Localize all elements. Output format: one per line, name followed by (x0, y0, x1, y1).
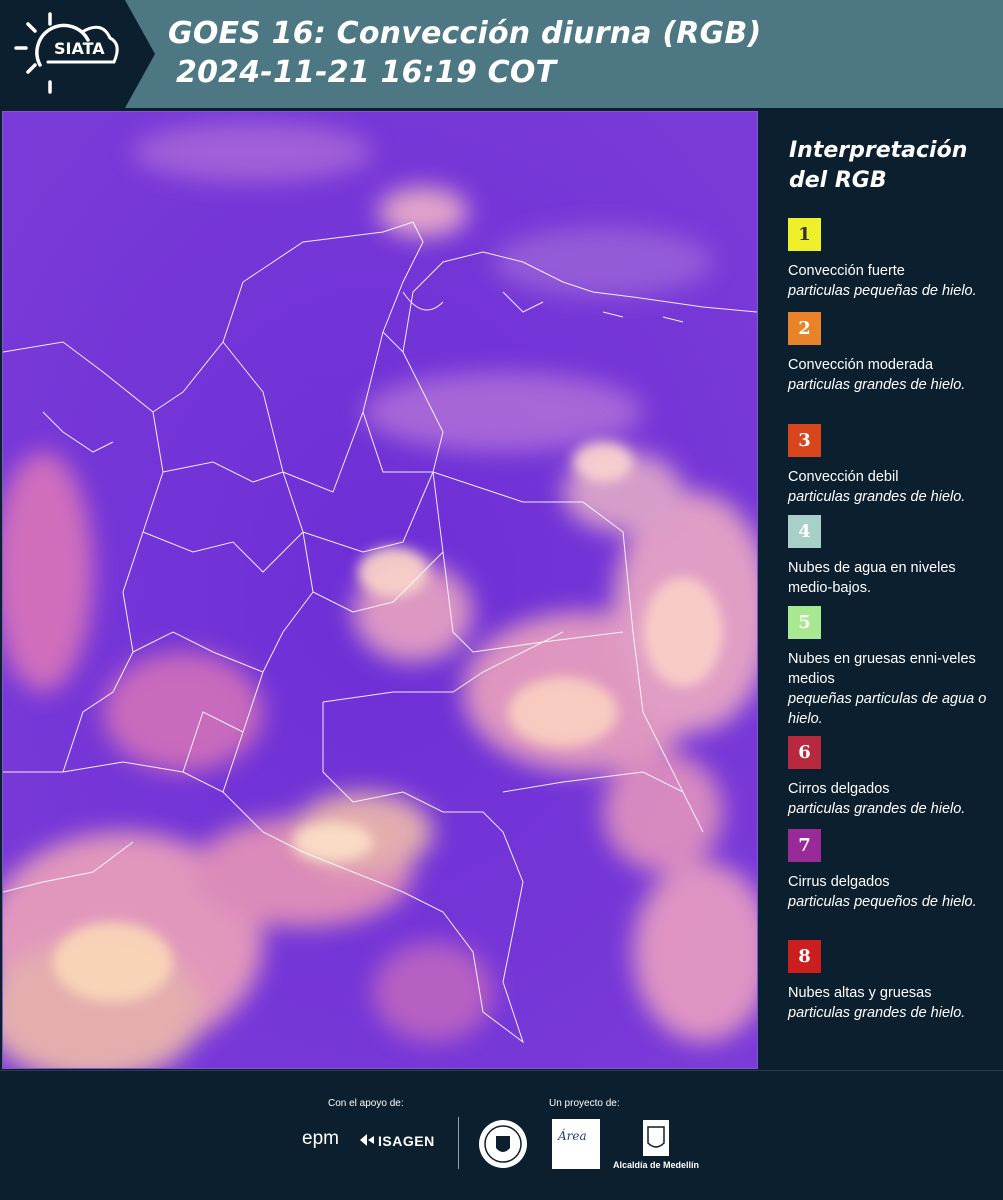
siata-logo-icon: SIATA (14, 12, 119, 94)
legend-item-4: 4 Nubes de agua en niveles medio-bajos. (788, 515, 993, 598)
legend-item-2: 2 Convección moderada particulas grandes… (788, 312, 993, 395)
legend-item-6: 6 Cirros delgados particulas grandes de … (788, 736, 993, 819)
header-bar: SIATA GOES 16: Convección diurna (RGB) 2… (0, 0, 1003, 108)
legend-item-name: Nubes de agua en niveles medio-bajos. (788, 560, 956, 596)
legend-title: Interpretación del RGB (789, 136, 967, 196)
area-metropolitana-logo: Área (552, 1119, 600, 1169)
footer-divider (458, 1117, 459, 1169)
medellin-seal-icon (479, 1120, 527, 1168)
legend-item-name: Convección debil (788, 469, 899, 485)
legend-item-name: Cirrus delgados (788, 874, 890, 890)
legend-item-desc: particulas pequeños de hielo. (788, 894, 977, 910)
legend-item-name: Convección fuerte (788, 263, 905, 279)
isagen-logo-icon (360, 1134, 374, 1146)
legend-item-name: Nubes en gruesas enni-veles medios (788, 651, 976, 687)
legend-item-name: Nubes altas y gruesas (788, 985, 932, 1001)
title-line-2: 2024-11-21 16:19 COT (176, 55, 557, 90)
legend-item-3: 3 Convección debil particulas grandes de… (788, 424, 993, 507)
legend-item-desc: particulas grandes de hielo. (788, 801, 966, 817)
epm-logo: epm (302, 1128, 339, 1149)
project-label: Un proyecto de: (549, 1098, 620, 1109)
alcaldia-medellin-text: Alcaldía de Medellín (613, 1160, 700, 1170)
legend-swatch: 5 (788, 606, 821, 639)
legend-item-name: Cirros delgados (788, 781, 890, 797)
legend-item-7: 7 Cirrus delgados particulas pequeños de… (788, 829, 993, 912)
legend-item-8: 8 Nubes altas y gruesas particulas grand… (788, 940, 993, 1023)
isagen-logo: ISAGEN (378, 1133, 435, 1149)
legend-item-desc: particulas grandes de hielo. (788, 1005, 966, 1021)
rgb-legend: Interpretación del RGB 1 Convección fuer… (762, 108, 1003, 1070)
satellite-map[interactable] (2, 111, 758, 1069)
legend-item-desc: particulas grandes de hielo. (788, 377, 966, 393)
alcaldia-shield-icon (643, 1120, 669, 1156)
legend-swatch: 2 (788, 312, 821, 345)
title-line-1: GOES 16: Convección diurna (RGB) (168, 16, 762, 51)
satellite-image (3, 112, 757, 1068)
page-title: GOES 16: Convección diurna (RGB) 2024-11… (168, 14, 761, 92)
legend-item-1: 1 Convección fuerte particulas pequeñas … (788, 218, 993, 301)
siata-logo-text: SIATA (54, 39, 105, 58)
legend-title-line-2: del RGB (789, 168, 887, 193)
area-metropolitana-text: Área (558, 1129, 587, 1143)
siata-logo-panel: SIATA (0, 0, 155, 108)
legend-item-desc: pequeñas particulas de agua o hielo. (788, 691, 987, 727)
legend-item-name: Convección moderada (788, 357, 934, 373)
legend-swatch: 1 (788, 218, 821, 251)
legend-swatch: 8 (788, 940, 821, 973)
footer: Con el apoyo de: Un proyecto de: epm ISA… (0, 1070, 1003, 1200)
legend-swatch: 3 (788, 424, 821, 457)
legend-item-desc: particulas grandes de hielo. (788, 489, 966, 505)
legend-swatch: 4 (788, 515, 821, 548)
legend-item-5: 5 Nubes en gruesas enni-veles medios peq… (788, 606, 993, 729)
support-label: Con el apoyo de: (328, 1098, 404, 1109)
legend-item-desc: particulas pequeñas de hielo. (788, 283, 977, 299)
legend-swatch: 6 (788, 736, 821, 769)
legend-title-line-1: Interpretación (789, 138, 968, 163)
legend-swatch: 7 (788, 829, 821, 862)
